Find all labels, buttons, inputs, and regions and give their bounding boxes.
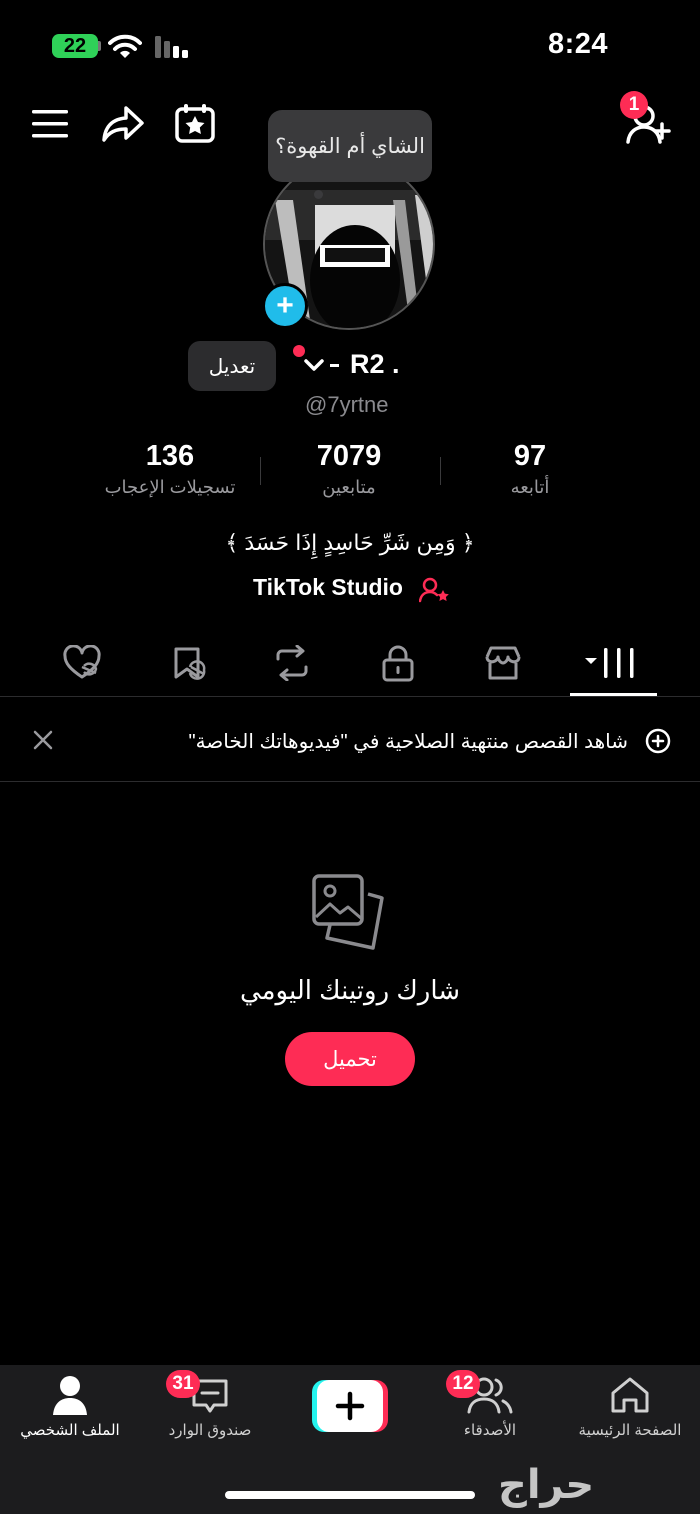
followers-stat[interactable]: 7079 متابعين (259, 440, 439, 498)
nav-home-label: الصفحة الرئيسية (578, 1422, 682, 1439)
nav-inbox[interactable]: صندوق الوارد (140, 1375, 280, 1439)
nav-profile[interactable]: الملف الشخصي (0, 1375, 140, 1439)
nav-inbox-label: صندوق الوارد (168, 1422, 252, 1439)
upload-button[interactable]: تحميل (285, 1032, 415, 1086)
note-bubble-tail (314, 190, 323, 199)
notice-divider (0, 781, 700, 782)
battery-indicator: 22 (52, 34, 98, 58)
friends-badge: 12 (446, 1370, 480, 1398)
followers-label: متابعين (322, 477, 376, 497)
profile-icon (52, 1375, 88, 1415)
empty-state-title: شارك روتينك اليومي (239, 975, 461, 1005)
create-button[interactable] (312, 1380, 388, 1432)
likes-stat[interactable]: 136 تسجيلات الإعجاب (80, 440, 260, 498)
edit-profile-button[interactable]: تعديل (188, 341, 276, 391)
user-handle: @7yrtne (305, 392, 389, 417)
name-dash (330, 364, 339, 367)
tab-shop-icon[interactable] (483, 645, 523, 681)
close-icon[interactable] (32, 729, 54, 751)
tab-favorites-icon[interactable] (170, 645, 210, 681)
username[interactable]: R2 . (350, 349, 400, 380)
active-tab-indicator (570, 693, 657, 696)
followers-count: 7079 (316, 440, 382, 472)
tiktok-studio-link[interactable]: TikTok Studio (253, 574, 403, 601)
notification-badge: 1 (620, 91, 648, 119)
following-count: 97 (513, 440, 547, 472)
new-account-dot (293, 345, 305, 357)
add-story-button[interactable]: + (262, 283, 308, 329)
bio-text: ﴿ وَمِن شَرِّ حَاسِدٍ إِذَا حَسَدَ ﴾ (225, 530, 475, 555)
tab-videos-grid-icon[interactable] (582, 646, 642, 680)
nav-profile-label: الملف الشخصي (20, 1422, 120, 1439)
notice-text[interactable]: شاهد القصص منتهية الصلاحية في "فيديوهاتك… (188, 729, 628, 754)
battery-tip (98, 41, 101, 51)
battery-level: 22 (63, 34, 87, 57)
wifi-icon (108, 34, 142, 60)
note-bubble[interactable]: الشاي أم القهوة؟ (268, 110, 432, 182)
photos-icon (310, 872, 390, 952)
story-add-icon (645, 728, 671, 754)
nav-home[interactable]: الصفحة الرئيسية (560, 1375, 700, 1439)
cellular-signal-icon (155, 36, 189, 58)
nav-friends-label: الأصدقاء (463, 1422, 517, 1439)
studio-person-star-icon[interactable] (419, 577, 451, 603)
haraj-watermark: حراج (498, 1462, 595, 1508)
inbox-badge: 31 (166, 1370, 200, 1398)
share-icon[interactable] (100, 104, 146, 144)
home-icon (609, 1375, 651, 1415)
following-stat[interactable]: 97 أتابعه (440, 440, 620, 498)
menu-icon[interactable] (32, 108, 70, 140)
nav-friends[interactable]: الأصدقاء (420, 1375, 560, 1439)
tab-reposts-icon[interactable] (272, 645, 312, 681)
tab-liked-hidden-icon[interactable] (62, 645, 102, 681)
tabbar-divider (0, 696, 700, 697)
likes-label: تسجيلات الإعجاب (104, 477, 236, 497)
chevron-down-icon[interactable] (303, 357, 325, 373)
calendar-star-icon[interactable] (174, 102, 216, 144)
status-time: 8:24 (548, 28, 609, 60)
home-indicator[interactable] (225, 1491, 475, 1499)
likes-count: 136 (145, 440, 195, 472)
tab-private-icon[interactable] (380, 644, 416, 682)
following-label: أتابعه (510, 477, 550, 497)
